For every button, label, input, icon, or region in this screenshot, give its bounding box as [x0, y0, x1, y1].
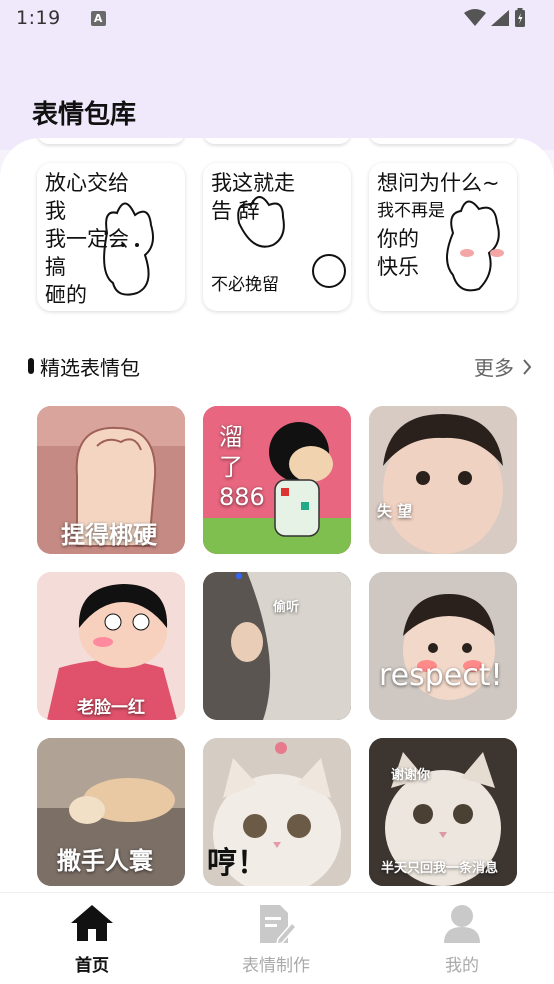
tile-caption: respect! — [379, 658, 503, 693]
content-card: 放心交给我 我一定会搞 砸的 ！ 我这就走 告 辞 不必挽留 — [0, 138, 554, 898]
meme-tile[interactable]: 溜 了 886 — [203, 406, 351, 554]
previous-row-peek — [0, 138, 554, 148]
tile-caption: 溜 了 886 — [219, 422, 265, 512]
meme-tile[interactable]: 撒手人寰 — [37, 738, 185, 886]
sticker-peek — [37, 138, 185, 144]
nav-label: 表情制作 — [242, 956, 310, 976]
status-icons — [464, 8, 526, 28]
page-title: 表情包库 — [32, 100, 137, 130]
tile-caption: 撒手人寰 — [57, 847, 153, 875]
nav-label: 我的 — [445, 956, 479, 976]
meme-image — [203, 572, 351, 720]
tile-caption: 老脸一红 — [77, 698, 145, 718]
home-icon — [71, 905, 113, 941]
meme-tile[interactable]: 谢谢你 半天只回我一条消息 — [369, 738, 517, 886]
caption-line: 溜 — [219, 423, 243, 451]
meme-tile[interactable]: 哼！ — [203, 738, 351, 886]
user-icon — [444, 905, 480, 943]
sticker-row: 放心交给我 我一定会搞 砸的 ！ 我这就走 告 辞 不必挽留 — [0, 163, 554, 313]
meme-tile[interactable]: 老脸一红 — [37, 572, 185, 720]
caption-line: 886 — [219, 483, 265, 511]
sticker-peek — [203, 138, 351, 144]
sticker-card[interactable]: 想问为什么~ 我不再是 你的 快乐 — [369, 163, 517, 311]
bunny-doodle — [103, 202, 154, 296]
sticker-card[interactable]: 放心交给我 我一定会搞 砸的 ！ — [37, 163, 185, 311]
tile-caption: 半天只回我一条消息 — [381, 861, 499, 876]
tile-caption: 捏得梆硬 — [61, 521, 157, 549]
meme-image — [369, 406, 517, 554]
tile-caption: 哼！ — [207, 846, 267, 881]
caption-line: 了 — [219, 453, 243, 481]
meme-tile[interactable]: respect! — [369, 572, 517, 720]
nav-label: 首页 — [75, 956, 109, 976]
tile-caption: 失 望 — [377, 502, 413, 520]
status-bar: 1:19 A — [0, 0, 554, 36]
sticker-card[interactable]: 我这就走 告 辞 不必挽留 — [203, 163, 351, 311]
meme-image — [369, 572, 517, 720]
bunny-doodle — [446, 200, 504, 292]
nav-make[interactable]: 表情制作 — [184, 893, 368, 984]
status-time: 1:19 — [16, 7, 61, 29]
nav-me[interactable]: 我的 — [370, 893, 554, 984]
wifi-icon — [464, 9, 486, 26]
notification-icon: A — [90, 10, 106, 26]
more-link[interactable]: 更多 — [474, 352, 532, 381]
more-label: 更多 — [474, 356, 514, 380]
meme-tile[interactable]: 捏得梆硬 — [37, 406, 185, 554]
section-title: 精选表情包 — [40, 356, 140, 380]
battery-icon — [515, 8, 525, 27]
edit-document-icon — [260, 905, 296, 945]
bunny-doodle — [237, 196, 346, 288]
meme-tile[interactable]: 失 望 — [369, 406, 517, 554]
tile-caption: 偷听 — [273, 600, 300, 615]
section-marker — [28, 358, 34, 374]
nav-home[interactable]: 首页 — [0, 893, 184, 984]
chevron-right-icon — [523, 358, 532, 375]
meme-tile[interactable]: 偷听 — [203, 572, 351, 720]
bottom-nav: 首页 表情制作 我的 — [0, 892, 554, 984]
sticker-peek — [369, 138, 517, 144]
section-header: 精选表情包 更多 — [0, 350, 554, 380]
tile-caption-top: 谢谢你 — [391, 768, 431, 783]
signal-icon — [491, 10, 509, 26]
